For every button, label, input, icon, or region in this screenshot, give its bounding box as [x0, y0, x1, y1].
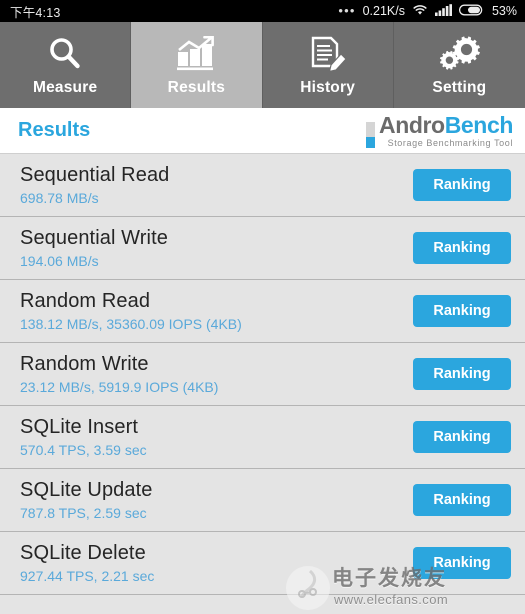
logo-wordmark: AndroBench [378, 111, 514, 138]
document-pencil-icon [306, 34, 350, 74]
status-bar: 下午4:13 ••• 0.21K/s 53% [0, 0, 525, 22]
ranking-button[interactable]: Ranking [413, 232, 511, 264]
row-value: 570.4 TPS, 3.59 sec [20, 442, 147, 458]
battery-percent-label: 53% [491, 4, 517, 18]
logo-text: AndroBench Storage Benchmarking Tool [378, 111, 514, 148]
tab-history[interactable]: History [262, 22, 394, 108]
row-texts: SQLite Insert 570.4 TPS, 3.59 sec [20, 416, 147, 458]
logo-bar-icon [365, 121, 375, 148]
bar-chart-icon [174, 34, 218, 74]
row-texts: SQLite Delete 927.44 TPS, 2.21 sec [20, 542, 154, 584]
row-value: 927.44 TPS, 2.21 sec [20, 568, 155, 584]
row-texts: SQLite Update 787.8 TPS, 2.59 sec [20, 479, 153, 521]
row-value: 194.06 MB/s [20, 253, 99, 269]
row-title: SQLite Update [20, 479, 153, 501]
table-row: SQLite Insert 570.4 TPS, 3.59 sec Rankin… [0, 406, 525, 469]
status-bar-right: ••• 0.21K/s 53% [338, 3, 517, 19]
row-title: Sequential Write [20, 227, 168, 249]
row-texts: Random Read 138.12 MB/s, 35360.09 IOPS (… [20, 290, 242, 332]
logo-subtitle: Storage Benchmarking Tool [387, 137, 513, 148]
page-header: Results AndroBench Storage Benchmarking … [0, 108, 525, 154]
row-texts: Sequential Write 194.06 MB/s [20, 227, 168, 269]
ranking-button[interactable]: Ranking [413, 484, 511, 516]
tab-history-label: History [300, 78, 356, 96]
app-root: 下午4:13 ••• 0.21K/s 53% Measure Results H… [0, 0, 525, 614]
gears-icon [436, 34, 482, 74]
tab-bar: Measure Results History Setting [0, 22, 525, 108]
network-speed-label: 0.21K/s [362, 4, 405, 18]
battery-icon [458, 4, 485, 19]
tab-measure[interactable]: Measure [0, 22, 132, 108]
table-row: Random Read 138.12 MB/s, 35360.09 IOPS (… [0, 280, 525, 343]
row-value: 138.12 MB/s, 35360.09 IOPS (4KB) [20, 316, 242, 332]
tab-measure-label: Measure [32, 78, 98, 96]
ranking-button[interactable]: Ranking [413, 547, 511, 579]
status-clock: 下午4:13 [10, 5, 61, 20]
row-title: SQLite Insert [20, 416, 139, 438]
row-title: SQLite Delete [20, 542, 146, 564]
row-texts: Random Write 23.12 MB/s, 5919.9 IOPS (4K… [20, 353, 218, 395]
ranking-button[interactable]: Ranking [413, 421, 511, 453]
table-row: Sequential Read 698.78 MB/s Ranking [0, 154, 525, 217]
status-bar-left: 下午4:13 [10, 2, 61, 21]
ranking-button[interactable]: Ranking [413, 358, 511, 390]
tab-results-label: Results [167, 78, 226, 96]
row-title: Sequential Read [20, 164, 170, 186]
tab-setting-label: Setting [432, 78, 487, 96]
logo-andro: Andro [378, 111, 445, 138]
tab-results[interactable]: Results [131, 22, 263, 108]
table-row: Random Write 23.12 MB/s, 5919.9 IOPS (4K… [0, 343, 525, 406]
androbench-logo: AndroBench Storage Benchmarking Tool [365, 111, 514, 148]
ranking-button[interactable]: Ranking [413, 295, 511, 327]
results-list: Sequential Read 698.78 MB/s Ranking Sequ… [0, 154, 525, 595]
row-title: Random Read [20, 290, 151, 312]
more-dots-icon: ••• [338, 3, 356, 18]
tab-setting[interactable]: Setting [393, 22, 525, 108]
logo-bench: Bench [444, 111, 514, 138]
table-row: SQLite Update 787.8 TPS, 2.59 sec Rankin… [0, 469, 525, 532]
page-title: Results [18, 119, 91, 141]
wifi-icon [412, 4, 428, 19]
magnifier-icon [45, 34, 85, 74]
signal-icon [434, 3, 452, 19]
table-row: Sequential Write 194.06 MB/s Ranking [0, 217, 525, 280]
row-value: 698.78 MB/s [20, 190, 99, 206]
row-value: 23.12 MB/s, 5919.9 IOPS (4KB) [20, 379, 219, 395]
row-title: Random Write [20, 353, 149, 375]
ranking-button[interactable]: Ranking [413, 169, 511, 201]
row-value: 787.8 TPS, 2.59 sec [20, 505, 147, 521]
table-row: SQLite Delete 927.44 TPS, 2.21 sec Ranki… [0, 532, 525, 595]
row-texts: Sequential Read 698.78 MB/s [20, 164, 169, 206]
